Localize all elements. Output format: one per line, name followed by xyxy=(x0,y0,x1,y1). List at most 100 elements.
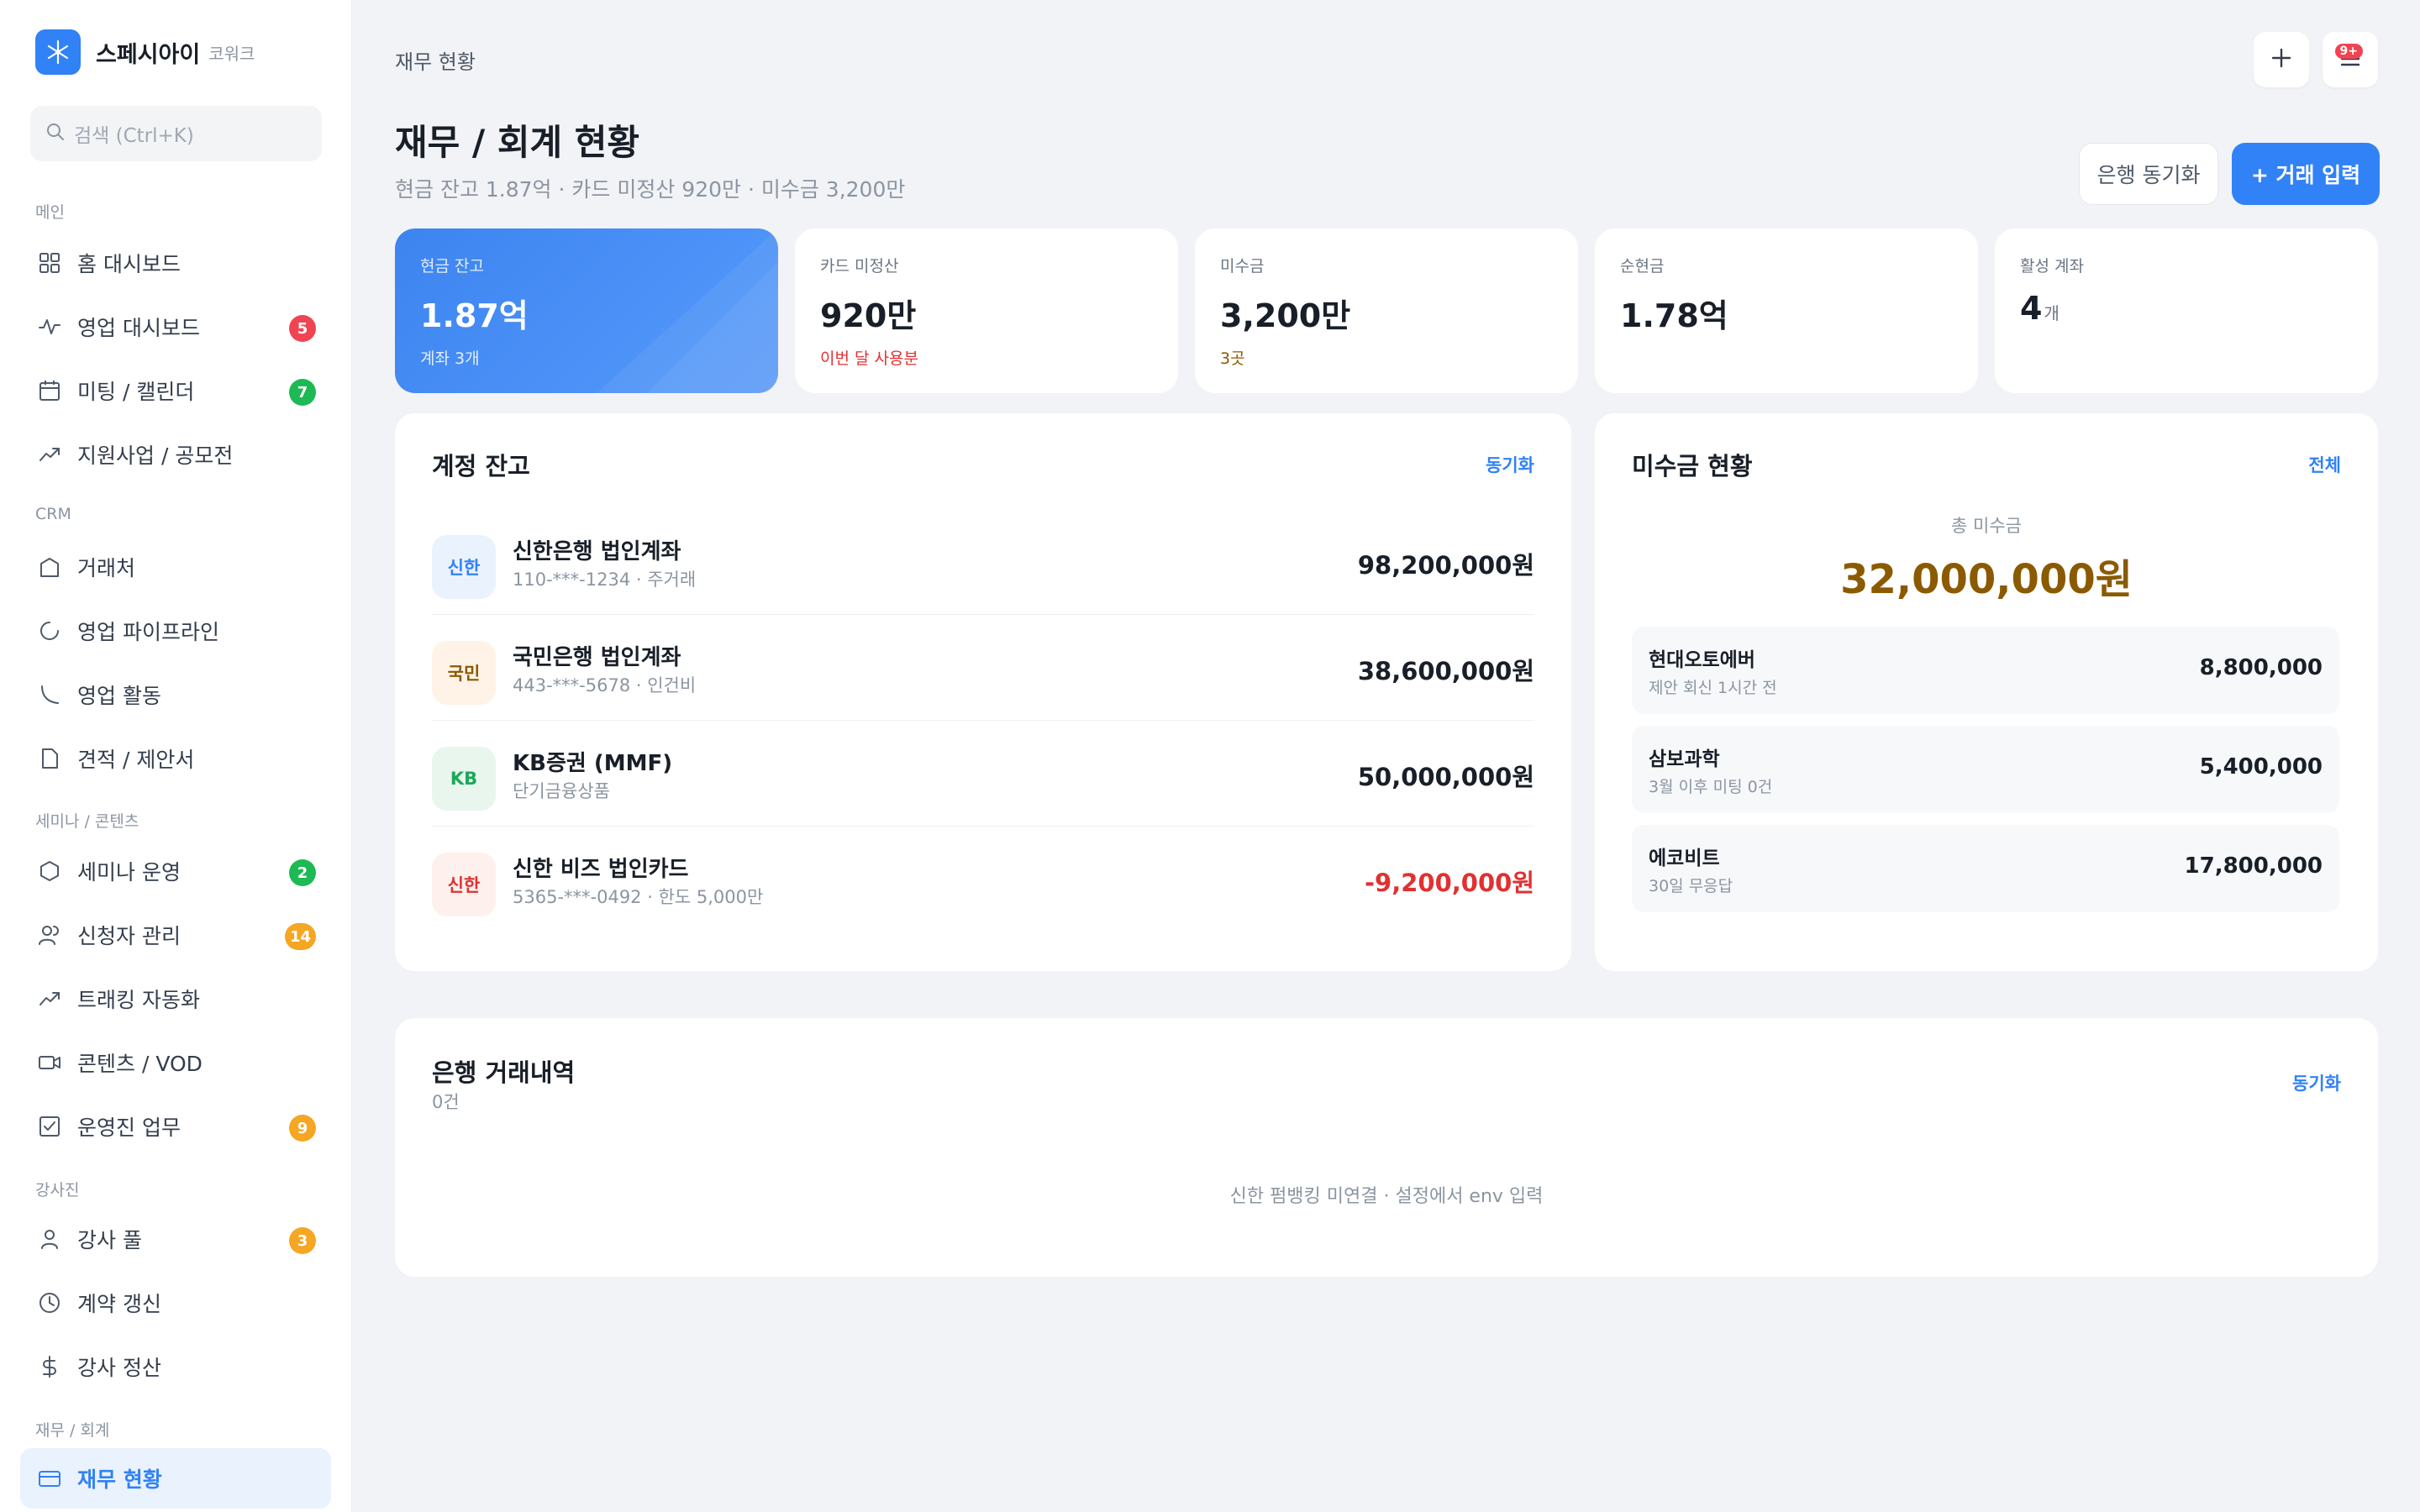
brand-name: 스페시아이 xyxy=(96,41,201,68)
sidebar-item-instructor-settlement[interactable]: 강사 정산 xyxy=(20,1336,331,1397)
sidebar-item-clients[interactable]: 거래처 xyxy=(20,537,331,597)
account-name: 신한은행 법인계좌 xyxy=(513,539,681,564)
kpi-value-number: 4 xyxy=(2020,290,2043,327)
receivable-row[interactable]: 에코비트 30일 무응답 17,800,000 xyxy=(1632,825,2339,912)
kpi-card-card-unsettled[interactable]: 카드 미정산 920만 이번 달 사용분 xyxy=(795,228,1178,393)
client-note: 3월 이후 미팅 0건 xyxy=(1649,778,1773,796)
bank-transactions-card: 은행 거래내역 0건 동기화 신한 펌뱅킹 미연결 · 설정에서 env 입력 xyxy=(395,1018,2378,1277)
account-name: 국민은행 법인계좌 xyxy=(513,645,681,670)
bank-sync-button[interactable]: 은행 동기화 xyxy=(2079,143,2218,205)
sidebar-item-label: 강사 정산 xyxy=(77,1356,161,1380)
user-icon xyxy=(35,1225,64,1253)
card-decoration xyxy=(597,228,778,393)
total-receivables-label: 총 미수금 xyxy=(1951,516,2022,536)
account-amount: 98,200,000원 xyxy=(1357,551,1534,580)
kpi-sub: 3곳 xyxy=(1220,349,1245,368)
dollar-icon xyxy=(35,1352,64,1381)
sidebar-item-label: 강사 풀 xyxy=(77,1228,142,1252)
receivables-view-all-link[interactable]: 전체 xyxy=(2308,452,2341,477)
account-balances-card: 계정 잔고 동기화 신한 신한은행 법인계좌 110-***-1234 · 주거… xyxy=(395,413,1571,971)
client-note: 제안 회신 1시간 전 xyxy=(1649,679,1777,697)
receivables-card: 미수금 현황 전체 총 미수금 32,000,000원 현대오토에버 제안 회신… xyxy=(1595,413,2378,971)
client-note: 30일 무응답 xyxy=(1649,877,1733,895)
plus-icon xyxy=(2270,46,2293,73)
sidebar-item-home-dashboard[interactable]: 홈 대시보드 xyxy=(20,233,331,293)
client-name: 현대오토에버 xyxy=(1649,649,1755,671)
sidebar-item-quotes-proposals[interactable]: 견적 / 제안서 xyxy=(20,728,331,789)
sidebar-item-label: 영업 대시보드 xyxy=(77,316,200,340)
account-sub: 5365-***-0492 · 한도 5,000만 xyxy=(513,887,764,907)
card-title: 은행 거래내역 xyxy=(432,1058,576,1087)
clock-icon xyxy=(35,1289,64,1317)
kpi-card-receivables[interactable]: 미수금 3,200만 3곳 xyxy=(1195,228,1578,393)
sidebar-item-sales-dashboard[interactable]: 영업 대시보드 5 xyxy=(20,297,331,357)
notifications-button[interactable]: 9+ xyxy=(2323,32,2378,87)
kpi-label: 활성 계좌 xyxy=(2020,257,2084,276)
grid-icon xyxy=(35,249,64,277)
count-badge: 2 xyxy=(289,859,316,886)
add-transaction-button[interactable]: + 거래 입력 xyxy=(2232,143,2380,205)
search-input[interactable]: 검색 (Ctrl+K) xyxy=(30,106,322,161)
receivable-amount: 5,400,000 xyxy=(2199,754,2323,780)
sidebar-item-contract-renewal[interactable]: 계약 갱신 xyxy=(20,1273,331,1333)
sidebar-item-label: 트래킹 자동화 xyxy=(77,988,200,1012)
phone-icon xyxy=(35,680,64,709)
sidebar-item-meeting-calendar[interactable]: 미팅 / 캘린더 7 xyxy=(20,360,331,421)
sidebar-item-sales-activity[interactable]: 영업 활동 xyxy=(20,664,331,725)
bank-badge: KB xyxy=(432,747,496,811)
kpi-card-net-cash[interactable]: 순현금 1.78억 xyxy=(1595,228,1978,393)
card-icon xyxy=(35,1464,64,1493)
client-name: 에코비트 xyxy=(1649,848,1720,869)
section-label-crm: CRM xyxy=(35,505,71,523)
kpi-label: 순현금 xyxy=(1620,257,1665,276)
hexagon-icon xyxy=(35,857,64,885)
sidebar-item-applicants[interactable]: 신청자 관리 14 xyxy=(20,905,331,965)
sidebar-item-label: 재무 현황 xyxy=(77,1467,162,1492)
sidebar-item-finance-status[interactable]: 재무 현황 xyxy=(20,1448,331,1509)
account-row[interactable]: 신한 신한은행 법인계좌 110-***-1234 · 주거래 98,200,0… xyxy=(432,509,1534,615)
sidebar-item-label: 홈 대시보드 xyxy=(77,252,181,276)
account-row[interactable]: KB KB증권 (MMF) 단기금융상품 50,000,000원 xyxy=(432,721,1534,827)
count-badge: 9 xyxy=(289,1115,316,1142)
sidebar-item-label: 신청자 관리 xyxy=(77,924,181,948)
kpi-value: 3,200만 xyxy=(1220,297,1351,334)
add-button[interactable] xyxy=(2254,32,2309,87)
account-sub: 443-***-5678 · 인건비 xyxy=(513,675,697,696)
brand[interactable]: 스페시아이 코워크 xyxy=(35,29,255,75)
file-icon xyxy=(35,744,64,773)
section-label-seminar: 세미나 / 콘텐츠 xyxy=(35,812,139,831)
sidebar-item-instructor-pool[interactable]: 강사 풀 3 xyxy=(20,1209,331,1269)
sidebar-item-staff-tasks[interactable]: 운영진 업무 9 xyxy=(20,1096,331,1157)
kpi-value: 1.78억 xyxy=(1620,297,1728,334)
receivable-row[interactable]: 삼보과학 3월 이후 미팅 0건 5,400,000 xyxy=(1632,726,2339,813)
total-receivables-amount: 32,000,000원 xyxy=(1840,556,2133,603)
account-row[interactable]: 국민 국민은행 법인계좌 443-***-5678 · 인건비 38,600,0… xyxy=(432,615,1534,721)
transaction-count: 0건 xyxy=(432,1092,460,1112)
account-amount: -9,200,000원 xyxy=(1365,869,1534,897)
account-row[interactable]: 신한 신한 비즈 법인카드 5365-***-0492 · 한도 5,000만 … xyxy=(432,827,1534,932)
kpi-card-cash-balance[interactable]: 현금 잔고 1.87억 계좌 3개 xyxy=(395,228,778,393)
search-placeholder: 검색 (Ctrl+K) xyxy=(74,125,194,147)
sidebar-item-seminar-ops[interactable]: 세미나 운영 2 xyxy=(20,841,331,901)
sidebar-item-sales-pipeline[interactable]: 영업 파이프라인 xyxy=(20,601,331,661)
count-badge: 3 xyxy=(289,1227,316,1254)
kpi-label: 카드 미정산 xyxy=(820,257,899,276)
empty-state-message: 신한 펌뱅킹 미연결 · 설정에서 env 입력 xyxy=(1229,1186,1544,1207)
account-name: KB증권 (MMF) xyxy=(513,751,673,776)
kpi-card-active-accounts[interactable]: 활성 계좌 4개 xyxy=(1995,228,2378,393)
section-label-finance: 재무 / 회계 xyxy=(35,1421,110,1440)
breadcrumb: 재무 현황 xyxy=(395,50,476,74)
count-badge: 7 xyxy=(289,379,316,406)
card-title: 미수금 현황 xyxy=(1632,452,1753,480)
sidebar-item-label: 견적 / 제안서 xyxy=(77,748,195,772)
users-icon xyxy=(35,921,64,949)
sidebar-item-grants-contests[interactable]: 지원사업 / 공모전 xyxy=(20,424,331,485)
trending-icon xyxy=(35,984,64,1013)
sidebar-item-label: 세미나 운영 xyxy=(77,860,181,885)
sidebar-item-tracking-automation[interactable]: 트래킹 자동화 xyxy=(20,969,331,1029)
accounts-sync-link[interactable]: 동기화 xyxy=(1486,452,1534,477)
sidebar-item-content-vod[interactable]: 콘텐츠 / VOD xyxy=(20,1032,331,1093)
transactions-sync-link[interactable]: 동기화 xyxy=(2292,1070,2341,1095)
kpi-label: 미수금 xyxy=(1220,257,1265,276)
receivable-row[interactable]: 현대오토에버 제안 회신 1시간 전 8,800,000 xyxy=(1632,627,2339,714)
